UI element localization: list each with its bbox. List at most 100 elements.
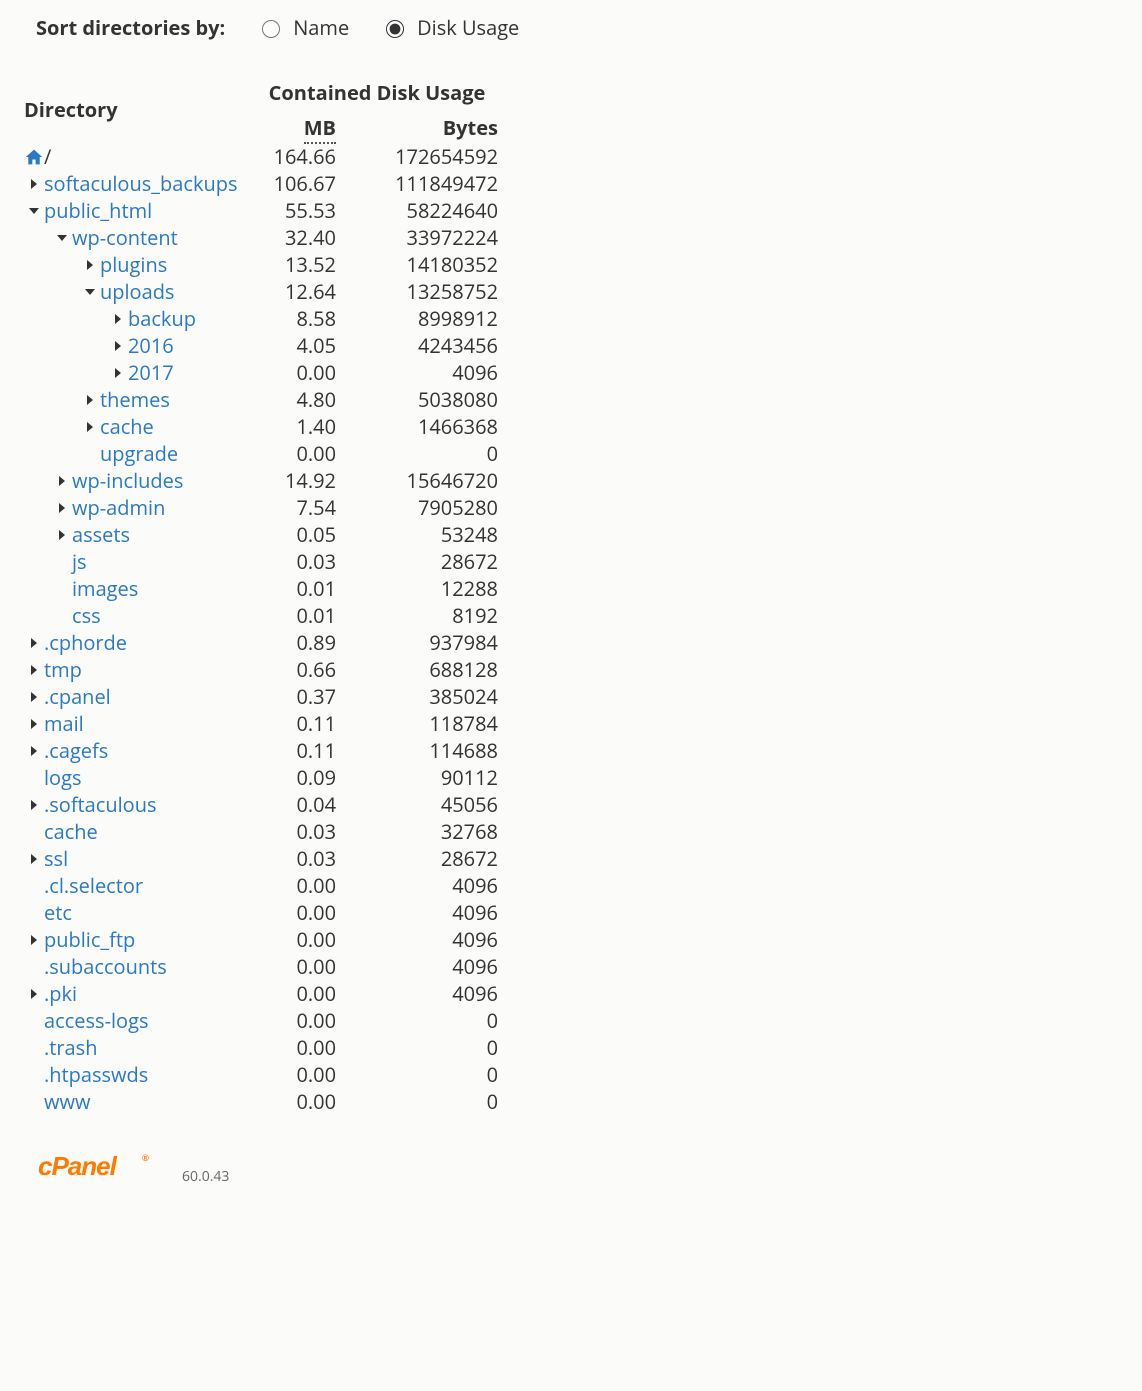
directory-link[interactable]: cache (100, 413, 154, 440)
directory-link[interactable]: .cpanel (44, 683, 111, 710)
mb-value: 0.00 (250, 980, 342, 1007)
directory-cell: .htpasswds (18, 1061, 250, 1088)
sort-radio-disk-usage[interactable] (386, 20, 404, 38)
chevron-right-icon[interactable] (24, 852, 44, 866)
mb-value: 0.89 (250, 629, 342, 656)
mb-value: 0.37 (250, 683, 342, 710)
chevron-right-icon[interactable] (24, 933, 44, 947)
column-header-mb: MB (250, 112, 342, 143)
chevron-right-icon[interactable] (108, 339, 128, 353)
bytes-value: 14180352 (342, 251, 504, 278)
directory-link[interactable]: .cl.selector (44, 872, 143, 899)
directory-link[interactable]: public_html (44, 197, 152, 224)
directory-link[interactable]: backup (128, 305, 196, 332)
table-row: .softaculous0.0445056 (18, 791, 504, 818)
directory-link[interactable]: cache (44, 818, 98, 845)
chevron-right-icon[interactable] (24, 663, 44, 677)
chevron-right-icon[interactable] (108, 312, 128, 326)
bytes-value: 4096 (342, 926, 504, 953)
directory-link[interactable]: public_ftp (44, 926, 135, 953)
mb-value: 0.00 (250, 440, 342, 467)
chevron-down-icon[interactable] (52, 231, 72, 245)
mb-value: 164.66 (250, 143, 342, 170)
chevron-right-icon[interactable] (80, 420, 100, 434)
directory-link[interactable]: etc (44, 899, 72, 926)
mb-value: 0.01 (250, 575, 342, 602)
directory-link[interactable]: 2016 (128, 332, 174, 359)
chevron-right-icon[interactable] (80, 258, 100, 272)
directory-link[interactable]: .subaccounts (44, 953, 167, 980)
directory-link[interactable]: upgrade (100, 440, 178, 467)
bytes-value: 58224640 (342, 197, 504, 224)
mb-value: 55.53 (250, 197, 342, 224)
directory-cell: images (18, 575, 250, 602)
directory-link[interactable]: css (72, 602, 101, 629)
mb-value: 12.64 (250, 278, 342, 305)
chevron-right-icon[interactable] (24, 177, 44, 191)
directory-link[interactable]: .cagefs (44, 737, 108, 764)
directory-link[interactable]: .htpasswds (44, 1061, 148, 1088)
directory-link[interactable]: wp-admin (72, 494, 165, 521)
mb-value: 13.52 (250, 251, 342, 278)
directory-link[interactable]: .cphorde (44, 629, 127, 656)
directory-link[interactable]: uploads (100, 278, 174, 305)
directory-link[interactable]: 2017 (128, 359, 174, 386)
home-icon[interactable] (24, 148, 44, 166)
mb-value: 0.05 (250, 521, 342, 548)
directory-cell: public_ftp (18, 926, 250, 953)
bytes-value: 90112 (342, 764, 504, 791)
directory-link[interactable]: .pki (44, 980, 77, 1007)
table-row: wp-admin7.547905280 (18, 494, 504, 521)
table-row: www0.000 (18, 1088, 504, 1115)
directory-cell: 2016 (18, 332, 250, 359)
chevron-right-icon[interactable] (24, 798, 44, 812)
directory-link[interactable]: logs (44, 764, 81, 791)
cpanel-logo: cPanel ® (38, 1151, 168, 1190)
directory-link[interactable]: js (72, 548, 87, 575)
chevron-right-icon[interactable] (52, 501, 72, 515)
directory-cell: .trash (18, 1034, 250, 1061)
chevron-right-icon[interactable] (52, 474, 72, 488)
table-row: cache1.401466368 (18, 413, 504, 440)
mb-value: 32.40 (250, 224, 342, 251)
directory-link[interactable]: themes (100, 386, 170, 413)
chevron-down-icon[interactable] (80, 285, 100, 299)
bytes-value: 4096 (342, 872, 504, 899)
directory-link[interactable]: wp-includes (72, 467, 183, 494)
table-row: backup8.588998912 (18, 305, 504, 332)
bytes-value: 7905280 (342, 494, 504, 521)
directory-link[interactable]: mail (44, 710, 84, 737)
sort-option-disk-usage[interactable]: Disk Usage (381, 14, 519, 41)
chevron-right-icon[interactable] (24, 744, 44, 758)
bytes-value: 1466368 (342, 413, 504, 440)
directory-link[interactable]: tmp (44, 656, 82, 683)
directory-link[interactable]: ssl (44, 845, 68, 872)
chevron-right-icon[interactable] (52, 528, 72, 542)
directory-link[interactable]: wp-content (72, 224, 178, 251)
chevron-right-icon[interactable] (24, 636, 44, 650)
chevron-down-icon[interactable] (24, 204, 44, 218)
column-header-contained-usage: Contained Disk Usage (250, 75, 504, 112)
directory-link[interactable]: .softaculous (44, 791, 157, 818)
chevron-right-icon[interactable] (108, 366, 128, 380)
sort-option-name[interactable]: Name (257, 14, 349, 41)
bytes-value: 28672 (342, 548, 504, 575)
directory-cell: cache (18, 413, 250, 440)
chevron-right-icon[interactable] (24, 987, 44, 1001)
directory-link[interactable]: .trash (44, 1034, 97, 1061)
bytes-value: 688128 (342, 656, 504, 683)
table-row: /164.66172654592 (18, 143, 504, 170)
chevron-right-icon[interactable] (24, 690, 44, 704)
mb-value: 106.67 (250, 170, 342, 197)
chevron-right-icon[interactable] (24, 717, 44, 731)
sort-radio-name[interactable] (262, 20, 280, 38)
directory-link[interactable]: assets (72, 521, 130, 548)
directory-link[interactable]: www (44, 1088, 91, 1115)
directory-link[interactable]: plugins (100, 251, 167, 278)
table-row: .cphorde0.89937984 (18, 629, 504, 656)
directory-link[interactable]: images (72, 575, 138, 602)
bytes-value: 13258752 (342, 278, 504, 305)
directory-link[interactable]: softaculous_backups (44, 170, 238, 197)
chevron-right-icon[interactable] (80, 393, 100, 407)
directory-link[interactable]: access-logs (44, 1007, 148, 1034)
